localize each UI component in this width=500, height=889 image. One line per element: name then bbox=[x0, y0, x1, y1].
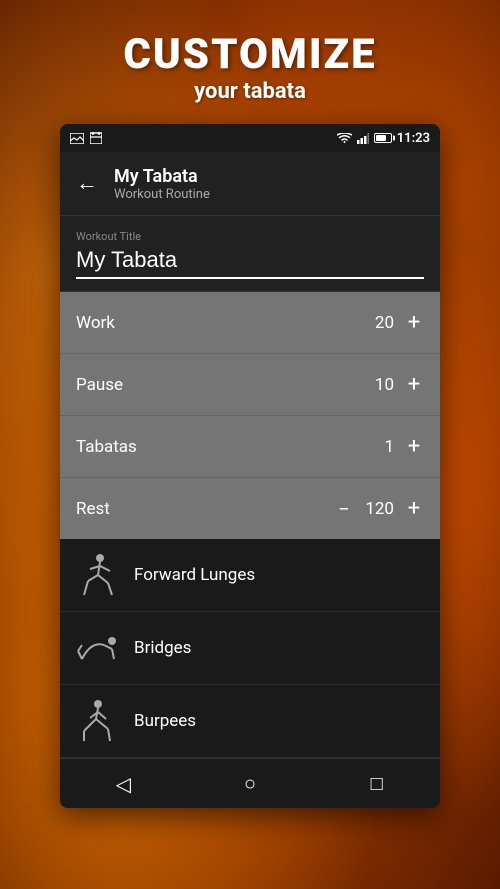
exercise-row-lunges[interactable]: Forward Lunges bbox=[60, 539, 440, 612]
exercise-icon-burpees bbox=[76, 699, 120, 743]
burpee-figure-icon bbox=[80, 699, 116, 743]
header-subtitle: your tabata bbox=[0, 79, 500, 104]
settings-row-rest: Rest − 120 + bbox=[60, 478, 440, 539]
status-right: 11:23 bbox=[337, 131, 430, 146]
bridge-figure-icon bbox=[76, 633, 120, 663]
wifi-icon bbox=[337, 133, 352, 144]
settings-row-tabatas: Tabatas 1 + bbox=[60, 416, 440, 478]
nav-home-button[interactable]: ○ bbox=[225, 764, 275, 804]
settings-plus-tabatas[interactable]: + bbox=[404, 434, 424, 459]
settings-plus-pause[interactable]: + bbox=[404, 372, 424, 397]
phone-frame: 11:23 ← My Tabata Workout Routine Workou… bbox=[60, 124, 440, 808]
status-time: 11:23 bbox=[397, 131, 430, 146]
settings-controls-work: 20 + bbox=[364, 310, 424, 335]
settings-value-tabatas: 1 bbox=[364, 437, 394, 457]
app-bar-subtitle: Workout Routine bbox=[114, 187, 210, 202]
back-button[interactable]: ← bbox=[76, 173, 98, 195]
status-left bbox=[70, 132, 102, 144]
exercise-icon-lunges bbox=[76, 553, 120, 597]
settings-controls-tabatas: 1 + bbox=[364, 434, 424, 459]
calendar-status-icon bbox=[90, 132, 102, 144]
settings-row-pause: Pause 10 + bbox=[60, 354, 440, 416]
settings-row-work: Work 20 + bbox=[60, 292, 440, 354]
image-status-icon bbox=[70, 133, 84, 144]
exercise-row-bridges[interactable]: Bridges bbox=[60, 612, 440, 685]
app-bar-title: My Tabata bbox=[114, 166, 210, 187]
exercise-name-lunges: Forward Lunges bbox=[134, 565, 255, 585]
settings-plus-rest[interactable]: + bbox=[404, 496, 424, 521]
workout-title-label: Workout Title bbox=[76, 230, 424, 243]
settings-label-tabatas: Tabatas bbox=[76, 437, 137, 457]
settings-label-work: Work bbox=[76, 313, 115, 333]
settings-value-rest: 120 bbox=[364, 499, 394, 519]
app-bar-title-block: My Tabata Workout Routine bbox=[114, 166, 210, 202]
customize-title: CUSTOMIZE bbox=[0, 30, 500, 79]
lunge-figure-icon bbox=[80, 553, 116, 597]
settings-label-pause: Pause bbox=[76, 375, 123, 395]
settings-minus-rest[interactable]: − bbox=[334, 497, 354, 521]
settings-controls-rest: − 120 + bbox=[334, 496, 424, 521]
settings-label-rest: Rest bbox=[76, 499, 110, 519]
status-bar: 11:23 bbox=[60, 124, 440, 152]
workout-title-input[interactable] bbox=[76, 247, 424, 279]
settings-value-work: 20 bbox=[364, 313, 394, 333]
battery-icon bbox=[374, 133, 392, 143]
signal-icon bbox=[357, 133, 369, 144]
settings-plus-work[interactable]: + bbox=[404, 310, 424, 335]
settings-controls-pause: 10 + bbox=[364, 372, 424, 397]
nav-back-button[interactable]: ◁ bbox=[98, 764, 148, 804]
workout-title-section: Workout Title bbox=[60, 216, 440, 292]
nav-bar: ◁ ○ □ bbox=[60, 758, 440, 808]
settings-value-pause: 10 bbox=[364, 375, 394, 395]
exercise-name-bridges: Bridges bbox=[134, 638, 191, 658]
exercise-section: Forward Lunges Bridges bbox=[60, 539, 440, 758]
nav-recent-button[interactable]: □ bbox=[352, 764, 402, 804]
exercise-icon-bridges bbox=[76, 626, 120, 670]
settings-section: Work 20 + Pause 10 + Tabatas 1 + Rest − bbox=[60, 292, 440, 539]
exercise-name-burpees: Burpees bbox=[134, 711, 196, 731]
exercise-row-burpees[interactable]: Burpees bbox=[60, 685, 440, 758]
header-section: CUSTOMIZE your tabata bbox=[0, 0, 500, 124]
app-bar: ← My Tabata Workout Routine bbox=[60, 152, 440, 216]
